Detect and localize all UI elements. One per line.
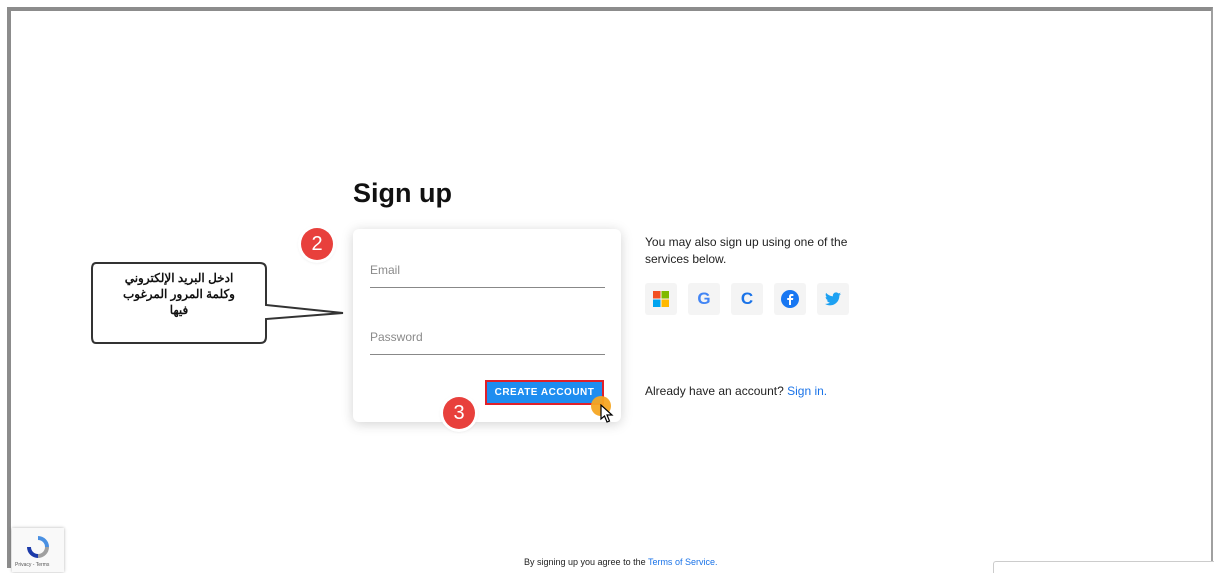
- bottom-right-widget: [993, 561, 1214, 573]
- email-field[interactable]: Email: [370, 263, 605, 288]
- twitter-signup-button[interactable]: [817, 283, 849, 315]
- signup-form-card: Email Password CREATE ACCOUNT: [353, 229, 621, 422]
- create-account-button[interactable]: CREATE ACCOUNT: [485, 380, 604, 405]
- callout-text: ادخل البريد الإلكتروني وكلمة المرور المر…: [95, 270, 263, 318]
- terms-text: By signing up you agree to the: [524, 557, 646, 567]
- facebook-icon: [781, 290, 799, 308]
- step-badge-2: 2: [301, 228, 333, 260]
- page-title: Sign up: [353, 178, 452, 208]
- google-icon: G: [697, 289, 711, 308]
- recaptcha-icon: [27, 536, 49, 558]
- social-signup-text: You may also sign up using one of the se…: [645, 235, 848, 266]
- recaptcha-badge[interactable]: Privacy - Terms: [12, 528, 64, 572]
- sign-in-prompt: Already have an account? Sign in.: [645, 384, 827, 398]
- password-field[interactable]: Password: [370, 330, 605, 355]
- callout-line-1: ادخل البريد الإلكتروني: [124, 271, 234, 285]
- c-signup-button[interactable]: C: [731, 283, 763, 315]
- google-signup-button[interactable]: G: [688, 283, 720, 315]
- email-placeholder: Email: [370, 263, 401, 277]
- twitter-icon: [825, 292, 841, 306]
- callout-line-3: فيها: [169, 303, 189, 317]
- recaptcha-text: Privacy - Terms: [15, 562, 50, 568]
- microsoft-icon: [653, 291, 669, 307]
- password-placeholder: Password: [370, 330, 423, 344]
- microsoft-signup-button[interactable]: [645, 283, 677, 315]
- mouse-pointer-icon: [600, 404, 614, 423]
- step-badge-3: 3: [443, 397, 475, 429]
- terms-notice: By signing up you agree to the Terms of …: [524, 557, 717, 567]
- facebook-signup-button[interactable]: [774, 283, 806, 315]
- already-text: Already have an account?: [645, 384, 784, 398]
- terms-link[interactable]: Terms of Service.: [648, 557, 718, 567]
- sign-in-link[interactable]: Sign in.: [787, 384, 827, 398]
- c-icon: C: [740, 289, 754, 308]
- callout-line-2: وكلمة المرور المرغوب: [123, 287, 235, 301]
